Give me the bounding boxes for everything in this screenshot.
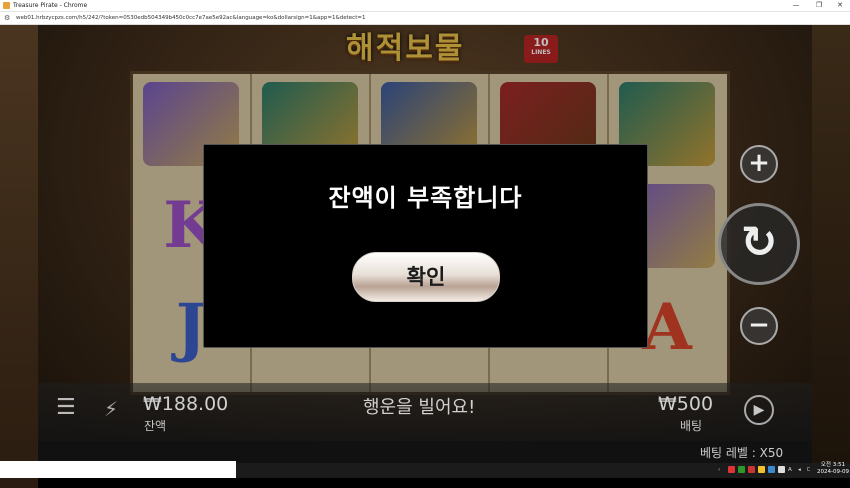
autoplay-button[interactable]: ▶: [744, 395, 774, 425]
confirm-button[interactable]: 확인: [352, 252, 500, 302]
right-decor: [812, 25, 850, 463]
bet-level-text: 베팅 레벨 : X50: [700, 446, 784, 460]
taskbar-search-box[interactable]: [0, 461, 236, 478]
balance-amount: ₩188.00: [143, 393, 229, 415]
url-text[interactable]: web01.hrbzycpzs.com/h5/242/?token=0530ed…: [16, 12, 365, 24]
taskbar-clock[interactable]: 오전 3:51 2024-09-09: [816, 462, 850, 476]
spin-button[interactable]: ↻: [718, 203, 800, 285]
tray-app-icon[interactable]: [758, 466, 765, 473]
dialog-message: 잔액이 부족합니다: [328, 184, 523, 212]
tray-lang[interactable]: A: [788, 463, 792, 478]
minimize-button[interactable]: —: [785, 0, 807, 11]
left-decor: [0, 25, 38, 488]
bottom-bar: ☰ ⚡ ₩188.00 잔액 행운을 빌어요! ₩500 배팅 ▶: [38, 383, 812, 441]
address-bar[interactable]: ⚙ web01.hrbzycpzs.com/h5/242/?token=0530…: [0, 12, 850, 25]
tray-app-icon[interactable]: [778, 466, 785, 473]
clock-date: 2024-09-09: [817, 469, 849, 475]
bet-increase-button[interactable]: +: [740, 145, 778, 183]
tray-chevron-icon[interactable]: ‹: [718, 463, 720, 478]
insufficient-balance-dialog: 잔액이 부족합니다 확인: [203, 144, 648, 348]
good-luck-message: 행운을 빌어요!: [363, 397, 476, 418]
tray-app-icon[interactable]: [728, 466, 735, 473]
bet-decrease-button[interactable]: −: [740, 307, 778, 345]
speaker-icon[interactable]: ◂: [798, 463, 801, 478]
bet-label: 배팅: [680, 419, 703, 433]
bet-level-bar: 베팅 레벨 : X50: [38, 441, 812, 463]
tray-app-icon[interactable]: [768, 466, 775, 473]
tray-app-icon[interactable]: [748, 466, 755, 473]
browser-title-bar: Treasure Pirate - Chrome — ❐ ✕: [0, 0, 850, 12]
site-settings-icon[interactable]: ⚙: [4, 13, 10, 23]
tray-app-icon[interactable]: [738, 466, 745, 473]
restore-button[interactable]: ❐: [808, 0, 830, 11]
turbo-icon[interactable]: ⚡: [104, 397, 118, 421]
menu-icon[interactable]: ☰: [56, 395, 76, 420]
tray-ime[interactable]: ㄷ: [806, 463, 811, 478]
window-title: Treasure Pirate - Chrome: [13, 2, 88, 9]
clock-time: 오전 3:51: [820, 462, 846, 468]
close-button[interactable]: ✕: [829, 0, 850, 11]
balance-label: 잔액: [144, 419, 167, 433]
app-favicon-icon: [3, 2, 10, 9]
bet-amount: ₩500: [658, 393, 714, 415]
